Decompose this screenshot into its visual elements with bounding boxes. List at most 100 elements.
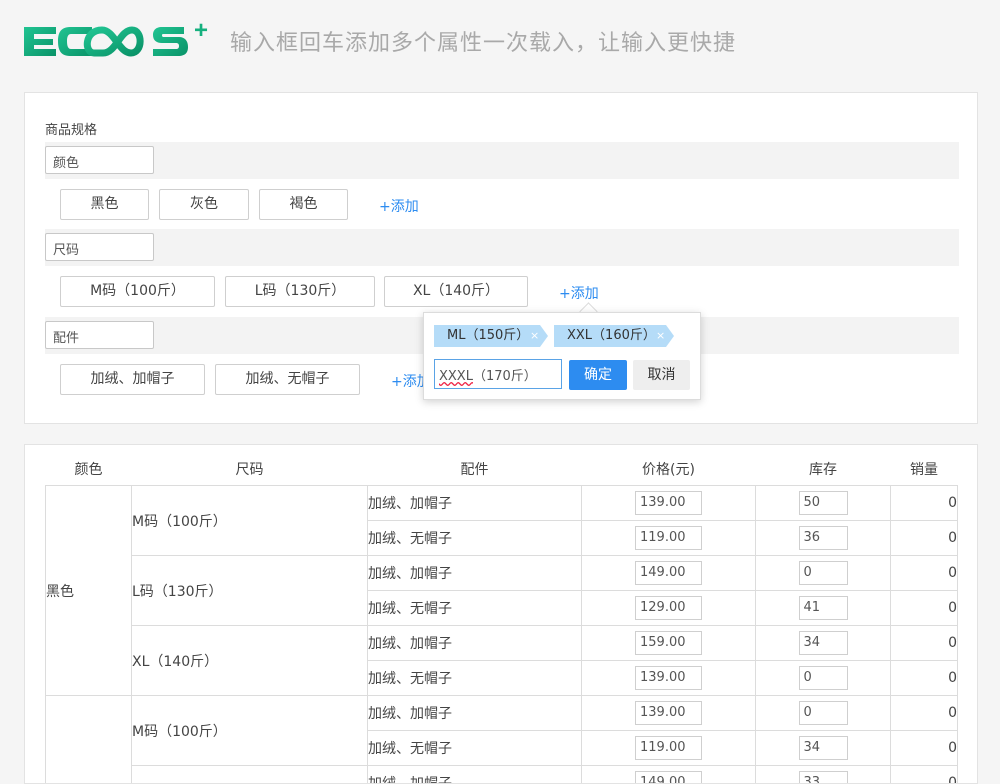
accessory-cell: 加绒、加帽子 <box>368 486 582 521</box>
spec-value-chip[interactable]: M码（100斤） <box>60 276 215 307</box>
spec-group-name-input[interactable]: 尺码 <box>45 233 154 261</box>
price-input[interactable]: 149.00 <box>635 561 702 585</box>
sales-cell: 0 <box>891 486 958 521</box>
cancel-button[interactable]: 取消 <box>633 360 690 390</box>
spec-value-chip[interactable]: 黑色 <box>60 189 149 220</box>
spec-group-name-input[interactable]: 配件 <box>45 321 154 349</box>
logo-plus: + <box>194 18 208 44</box>
typed-text: XXXL <box>439 369 473 384</box>
typed-suffix: （170斤） <box>473 369 537 384</box>
stock-input[interactable]: 33 <box>799 771 848 784</box>
add-value-popup: ML（150斤） × XXL（160斤） × XXXL（170斤） 确定 取消 <box>423 312 701 400</box>
pending-value-tag: XXL（160斤） × <box>554 325 674 347</box>
table-row: XL（140斤） 加绒、加帽子 159.00 34 0 <box>46 626 958 661</box>
price-input[interactable]: 119.00 <box>635 736 702 760</box>
spec-value-chip[interactable]: 褐色 <box>259 189 348 220</box>
stock-cell: 34 <box>756 731 891 766</box>
col-header-price: 价格(元) <box>582 453 756 486</box>
size-cell: M码（100斤） <box>132 696 368 766</box>
stock-cell: 33 <box>756 766 891 784</box>
stock-cell: 0 <box>756 696 891 731</box>
accessory-cell: 加绒、无帽子 <box>368 591 582 626</box>
spec-group-size: 尺码 <box>45 229 959 266</box>
price-cell: 139.00 <box>582 486 756 521</box>
stock-cell: 36 <box>756 521 891 556</box>
accessory-cell: 加绒、无帽子 <box>368 661 582 696</box>
stock-cell: 41 <box>756 591 891 626</box>
price-cell: 119.00 <box>582 731 756 766</box>
col-header-accessory: 配件 <box>368 453 582 486</box>
stock-cell: 50 <box>756 486 891 521</box>
spec-panel: 商品规格 颜色 黑色 灰色 褐色 +添加 尺码 M码（100斤） L码（130斤… <box>24 92 978 424</box>
price-input[interactable]: 149.00 <box>635 771 702 784</box>
stock-input[interactable]: 34 <box>799 631 848 655</box>
spec-value-chip[interactable]: L码（130斤） <box>225 276 375 307</box>
size-cell: M码（100斤） <box>132 486 368 556</box>
pending-value-tag: ML（150斤） × <box>434 325 548 347</box>
sku-header-row: 颜色 尺码 配件 价格(元) 库存 销量 <box>46 453 958 486</box>
size-cell: L码（130斤） <box>132 556 368 626</box>
price-cell: 139.00 <box>582 661 756 696</box>
stock-input[interactable]: 0 <box>799 701 848 725</box>
accessory-cell: 加绒、加帽子 <box>368 696 582 731</box>
stock-input[interactable]: 0 <box>799 561 848 585</box>
table-row: 加绒、加帽子 149.00 33 0 <box>46 766 958 784</box>
accessory-cell: 加绒、加帽子 <box>368 626 582 661</box>
tag-label: ML（150斤） <box>447 328 529 343</box>
size-cell: XL（140斤） <box>132 626 368 696</box>
price-input[interactable]: 139.00 <box>635 666 702 690</box>
price-input[interactable]: 129.00 <box>635 596 702 620</box>
sales-cell: 0 <box>891 731 958 766</box>
price-cell: 119.00 <box>582 521 756 556</box>
spec-value-chip[interactable]: 加绒、加帽子 <box>60 364 205 395</box>
price-input[interactable]: 159.00 <box>635 631 702 655</box>
sku-panel: 颜色 尺码 配件 价格(元) 库存 销量 黑色 M码（100斤） 加绒、加帽子 … <box>24 444 978 784</box>
sku-table: 颜色 尺码 配件 价格(元) 库存 销量 黑色 M码（100斤） 加绒、加帽子 … <box>45 453 958 784</box>
spec-value-chip[interactable]: 加绒、无帽子 <box>215 364 360 395</box>
stock-input[interactable]: 41 <box>799 596 848 620</box>
table-row: L码（130斤） 加绒、加帽子 149.00 0 0 <box>46 556 958 591</box>
add-color-value-link[interactable]: +添加 <box>379 196 419 216</box>
remove-tag-icon[interactable]: × <box>530 325 539 347</box>
stock-input[interactable]: 34 <box>799 736 848 760</box>
sales-cell: 0 <box>891 521 958 556</box>
price-cell: 149.00 <box>582 556 756 591</box>
color-cell <box>46 696 132 784</box>
sales-cell: 0 <box>891 766 958 784</box>
header-tagline: 输入框回车添加多个属性一次载入，让输入更快捷 <box>230 25 736 57</box>
sales-cell: 0 <box>891 591 958 626</box>
sales-cell: 0 <box>891 661 958 696</box>
spec-group-color: 颜色 <box>45 142 959 179</box>
size-cell <box>132 766 368 784</box>
price-cell: 139.00 <box>582 696 756 731</box>
stock-input[interactable]: 0 <box>799 666 848 690</box>
spec-group-name-input[interactable]: 颜色 <box>45 146 154 174</box>
sales-cell: 0 <box>891 626 958 661</box>
spec-value-chip[interactable]: XL（140斤） <box>384 276 528 307</box>
price-cell: 129.00 <box>582 591 756 626</box>
stock-input[interactable]: 36 <box>799 526 848 550</box>
price-input[interactable]: 139.00 <box>635 491 702 515</box>
accessory-cell: 加绒、加帽子 <box>368 766 582 784</box>
sales-cell: 0 <box>891 556 958 591</box>
accessory-cell: 加绒、无帽子 <box>368 521 582 556</box>
confirm-button[interactable]: 确定 <box>569 360 627 390</box>
ecos-logo: + <box>22 18 220 64</box>
stock-cell: 34 <box>756 626 891 661</box>
add-size-value-link[interactable]: +添加 <box>559 283 599 303</box>
accessory-cell: 加绒、无帽子 <box>368 731 582 766</box>
color-cell: 黑色 <box>46 486 132 696</box>
tag-label: XXL（160斤） <box>567 328 656 343</box>
spec-value-chip[interactable]: 灰色 <box>159 189 249 220</box>
col-header-size: 尺码 <box>132 453 368 486</box>
accessory-cell: 加绒、加帽子 <box>368 556 582 591</box>
price-cell: 159.00 <box>582 626 756 661</box>
table-row: 黑色 M码（100斤） 加绒、加帽子 139.00 50 0 <box>46 486 958 521</box>
new-value-input[interactable]: XXXL（170斤） <box>434 359 562 389</box>
remove-tag-icon[interactable]: × <box>656 325 665 347</box>
stock-input[interactable]: 50 <box>799 491 848 515</box>
header: + 输入框回车添加多个属性一次载入，让输入更快捷 <box>0 0 1000 78</box>
price-input[interactable]: 139.00 <box>635 701 702 725</box>
stock-cell: 0 <box>756 556 891 591</box>
price-input[interactable]: 119.00 <box>635 526 702 550</box>
